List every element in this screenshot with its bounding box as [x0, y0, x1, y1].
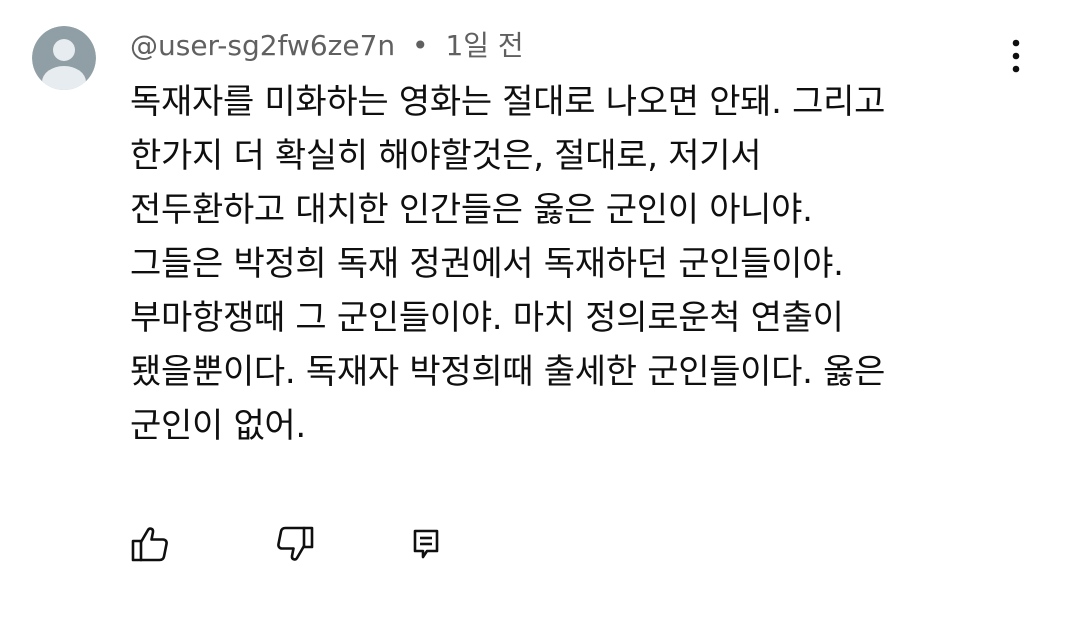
- comment-text: 독재자를 미화하는 영화는 절대로 나오면 안돼. 그리고 한가지 더 확실히 …: [130, 75, 1030, 453]
- default-avatar-icon: [32, 26, 96, 90]
- comment-line: 그들은 박정희 독재 정권에서 독재하던 군인들이야.: [130, 244, 844, 284]
- reply-button[interactable]: [402, 520, 450, 568]
- author-name[interactable]: @user-sg2fw6ze7n: [130, 29, 395, 62]
- comment-line: 전두환하고 대치한 인간들은 옳은 군인이 아니야.: [130, 190, 813, 230]
- comment-line: 부마항쟁때 그 군인들이야. 마치 정의로운척 연출이: [130, 298, 844, 338]
- comment-line: 한가지 더 확실히 해야할것은, 절대로, 저기서: [130, 136, 762, 176]
- reply-icon: [413, 529, 439, 559]
- meta-separator: •: [412, 29, 429, 62]
- more-vertical-icon: [1012, 39, 1020, 73]
- avatar[interactable]: [32, 26, 96, 90]
- comment-line: 됐을뿐이다. 독재자 박정희때 출세한 군인들이다. 옳은: [130, 352, 886, 392]
- thumbs-up-icon: [131, 527, 168, 562]
- comment-header: @user-sg2fw6ze7n • 1일 전: [130, 28, 524, 64]
- more-options-button[interactable]: [998, 34, 1034, 78]
- dislike-button[interactable]: [271, 520, 319, 568]
- comment-line: 군인이 없어.: [130, 406, 306, 446]
- comment-line: 독재자를 미화하는 영화는 절대로 나오면 안돼. 그리고: [130, 82, 886, 122]
- comment-timestamp[interactable]: 1일 전: [445, 29, 523, 62]
- thumbs-down-icon: [277, 526, 314, 561]
- like-button[interactable]: [126, 520, 174, 568]
